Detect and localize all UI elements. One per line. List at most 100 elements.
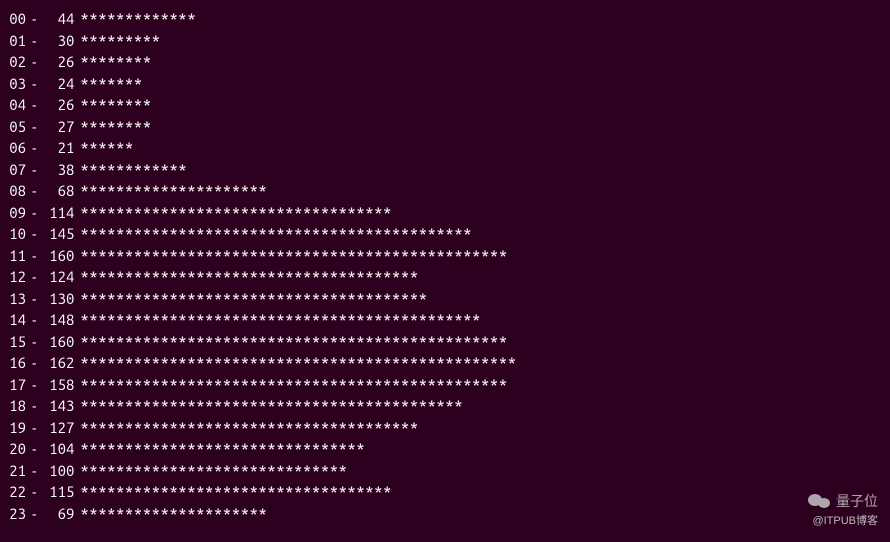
row-label: 04 xyxy=(4,94,26,116)
watermark-text: 量子位 xyxy=(836,491,878,513)
row-label: 05 xyxy=(4,116,26,138)
row-label: 13 xyxy=(4,288,26,310)
row-value: 100 xyxy=(42,460,80,482)
row-bar: *************************************** xyxy=(80,288,427,310)
row-value: 30 xyxy=(42,30,80,52)
histogram-row: 14-148**********************************… xyxy=(4,309,886,331)
row-label: 17 xyxy=(4,374,26,396)
row-separator: - xyxy=(26,374,42,396)
histogram-row: 04-26******** xyxy=(4,94,886,116)
row-value: 158 xyxy=(42,374,80,396)
row-bar: ****************************************… xyxy=(80,331,507,353)
row-value: 162 xyxy=(42,352,80,374)
histogram-row: 19-127**********************************… xyxy=(4,417,886,439)
row-value: 160 xyxy=(42,245,80,267)
histogram-row: 03-24******* xyxy=(4,73,886,95)
row-label: 16 xyxy=(4,352,26,374)
row-separator: - xyxy=(26,438,42,460)
row-bar: ****************************** xyxy=(80,460,347,482)
row-bar: ******** xyxy=(80,116,151,138)
histogram-row: 06-21****** xyxy=(4,137,886,159)
row-separator: - xyxy=(26,8,42,30)
row-bar: ********* xyxy=(80,30,160,52)
row-separator: - xyxy=(26,180,42,202)
watermark-subtext: @ITPUB博客 xyxy=(812,511,878,533)
row-label: 11 xyxy=(4,245,26,267)
row-separator: - xyxy=(26,202,42,224)
row-value: 127 xyxy=(42,417,80,439)
row-value: 130 xyxy=(42,288,80,310)
ascii-histogram: 00-44*************01-30*********02-26***… xyxy=(4,8,886,524)
row-label: 08 xyxy=(4,180,26,202)
histogram-row: 16-162**********************************… xyxy=(4,352,886,374)
row-separator: - xyxy=(26,51,42,73)
histogram-row: 00-44************* xyxy=(4,8,886,30)
row-separator: - xyxy=(26,331,42,353)
row-value: 124 xyxy=(42,266,80,288)
wechat-icon xyxy=(808,492,830,510)
row-separator: - xyxy=(26,159,42,181)
row-label: 15 xyxy=(4,331,26,353)
row-bar: *********************************** xyxy=(80,481,392,503)
row-value: 115 xyxy=(42,481,80,503)
row-bar: ******************************** xyxy=(80,438,365,460)
row-separator: - xyxy=(26,116,42,138)
row-separator: - xyxy=(26,73,42,95)
row-value: 21 xyxy=(42,137,80,159)
histogram-row: 11-160**********************************… xyxy=(4,245,886,267)
row-value: 27 xyxy=(42,116,80,138)
row-bar: ****************************************… xyxy=(80,245,507,267)
row-label: 00 xyxy=(4,8,26,30)
histogram-row: 13-130**********************************… xyxy=(4,288,886,310)
row-value: 160 xyxy=(42,331,80,353)
histogram-row: 08-68********************* xyxy=(4,180,886,202)
row-separator: - xyxy=(26,30,42,52)
row-separator: - xyxy=(26,352,42,374)
row-label: 09 xyxy=(4,202,26,224)
row-bar: ************ xyxy=(80,159,187,181)
histogram-row: 01-30********* xyxy=(4,30,886,52)
row-bar: ****************************************… xyxy=(80,223,472,245)
row-value: 26 xyxy=(42,51,80,73)
histogram-row: 17-158**********************************… xyxy=(4,374,886,396)
row-bar: ******* xyxy=(80,73,142,95)
row-value: 26 xyxy=(42,94,80,116)
row-value: 145 xyxy=(42,223,80,245)
row-bar: ************************************** xyxy=(80,266,418,288)
row-separator: - xyxy=(26,417,42,439)
row-label: 10 xyxy=(4,223,26,245)
row-label: 18 xyxy=(4,395,26,417)
row-separator: - xyxy=(26,245,42,267)
row-bar: ******** xyxy=(80,94,151,116)
histogram-row: 09-114**********************************… xyxy=(4,202,886,224)
row-bar: ************************************** xyxy=(80,417,418,439)
row-label: 12 xyxy=(4,266,26,288)
row-bar: ****************************************… xyxy=(80,374,507,396)
histogram-row: 15-160**********************************… xyxy=(4,331,886,353)
row-bar: ************* xyxy=(80,8,196,30)
histogram-row: 10-145**********************************… xyxy=(4,223,886,245)
row-bar: ****************************************… xyxy=(80,395,463,417)
watermark: 量子位 xyxy=(808,491,878,513)
row-label: 06 xyxy=(4,137,26,159)
row-separator: - xyxy=(26,395,42,417)
row-separator: - xyxy=(26,460,42,482)
histogram-row: 21-100****************************** xyxy=(4,460,886,482)
histogram-row: 05-27******** xyxy=(4,116,886,138)
row-separator: - xyxy=(26,288,42,310)
row-value: 143 xyxy=(42,395,80,417)
row-bar: ****************************************… xyxy=(80,352,516,374)
row-label: 02 xyxy=(4,51,26,73)
row-bar: ********************* xyxy=(80,180,267,202)
histogram-row: 22-115**********************************… xyxy=(4,481,886,503)
row-value: 24 xyxy=(42,73,80,95)
histogram-row: 18-143**********************************… xyxy=(4,395,886,417)
row-separator: - xyxy=(26,94,42,116)
row-value: 44 xyxy=(42,8,80,30)
row-value: 38 xyxy=(42,159,80,181)
row-separator: - xyxy=(26,137,42,159)
row-separator: - xyxy=(26,266,42,288)
histogram-row: 20-104******************************** xyxy=(4,438,886,460)
row-bar: *********************************** xyxy=(80,202,392,224)
row-label: 21 xyxy=(4,460,26,482)
